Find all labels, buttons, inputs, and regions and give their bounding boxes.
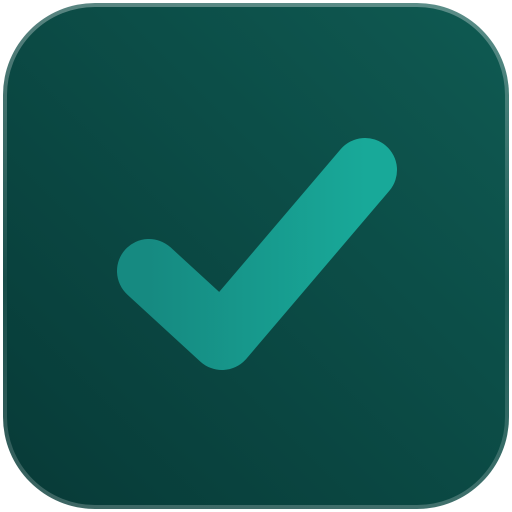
app-icon-canvas [0, 0, 512, 512]
app-icon[interactable] [0, 0, 512, 512]
